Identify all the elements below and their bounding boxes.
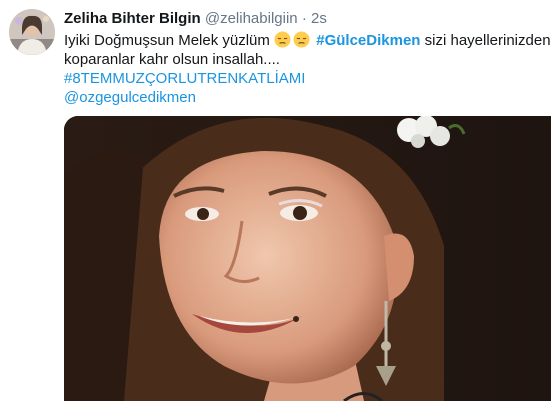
hashtag-link[interactable]: #8TEMMUZÇORLUTRENKATLİAMI — [64, 69, 549, 88]
pensive-face-emoji-icon — [293, 31, 310, 53]
tweet-photo[interactable] — [64, 116, 551, 401]
author-avatar[interactable] — [9, 9, 55, 55]
tweet-line-1: Iyiki Doğmuşsun Melek yüzlüm #GülceDikme… — [64, 31, 551, 53]
tweet-text-part: sizi hayellerinizden — [424, 32, 551, 49]
tweet-timestamp[interactable]: 2s — [311, 10, 327, 27]
tweet-header: Zeliha Bihter Bilgin @zelihabilgiin · 2s — [64, 9, 327, 29]
hashtag-link[interactable]: #GülceDikmen — [316, 32, 420, 49]
separator-dot: · — [301, 10, 307, 27]
tweet[interactable]: Zeliha Bihter Bilgin @zelihabilgiin · 2s… — [0, 0, 551, 401]
tweet-text-part: Iyiki Doğmuşsun Melek yüzlüm — [64, 32, 270, 49]
author-handle[interactable]: @zelihabilgiin — [205, 10, 298, 27]
author-name[interactable]: Zeliha Bihter Bilgin — [64, 10, 201, 27]
photo-girl-smiling — [64, 116, 551, 401]
mention-link[interactable]: @ozgegulcedikmen — [64, 88, 549, 107]
tweet-text: Iyiki Doğmuşsun Melek yüzlüm #GülceDikme… — [64, 31, 551, 107]
avatar-photo — [9, 9, 55, 55]
